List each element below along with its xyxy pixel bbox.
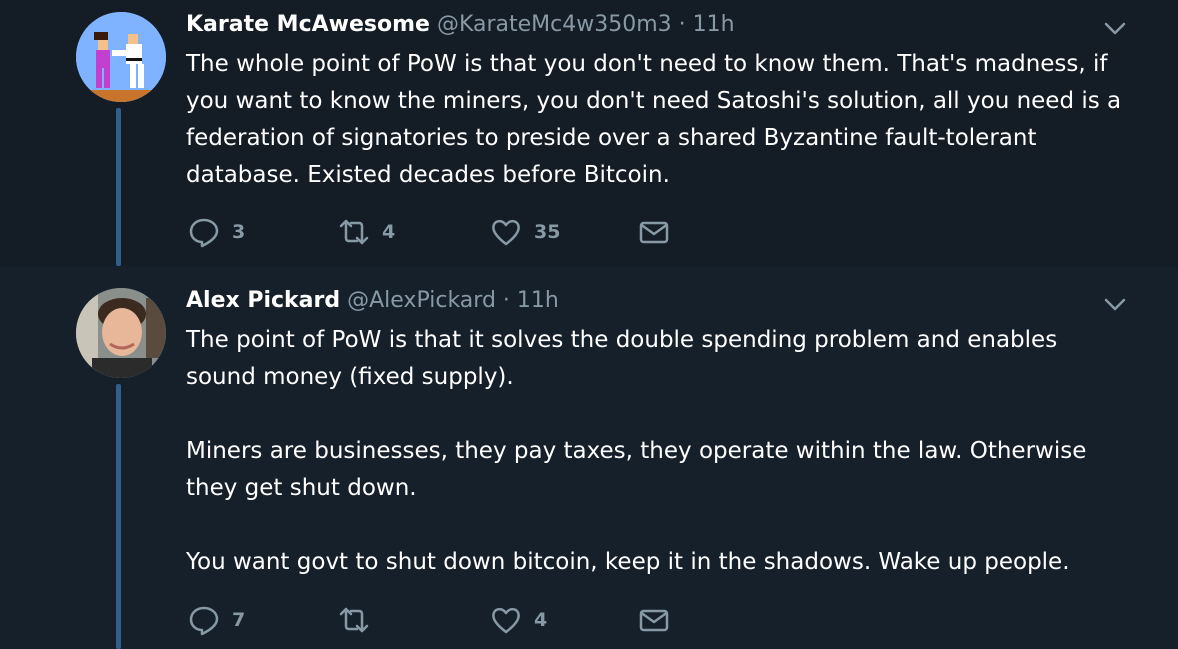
tweet-alex-pickard[interactable]: Alex Pickard @AlexPickard · 11h The poin… <box>0 266 1178 649</box>
reply-count: 3 <box>232 221 246 243</box>
reply-button[interactable]: 7 <box>188 604 245 636</box>
retweet-icon <box>339 219 369 245</box>
avatar-image <box>76 12 166 102</box>
retweet-button[interactable]: 4 <box>338 216 395 248</box>
tweet-text: The whole point of PoW is that you don't… <box>186 51 1129 188</box>
direct-message-button[interactable] <box>638 216 670 248</box>
heart-icon <box>492 607 520 634</box>
handle[interactable]: @AlexPickard <box>347 288 496 313</box>
separator: · <box>502 288 510 313</box>
avatar-image <box>76 288 166 378</box>
tweet-actions: 3 4 35 <box>188 216 688 252</box>
like-count: 35 <box>534 221 561 243</box>
chevron-down-icon[interactable] <box>1104 298 1126 312</box>
display-name[interactable]: Karate McAwesome <box>186 12 430 37</box>
retweet-count: 4 <box>382 221 396 243</box>
avatar[interactable] <box>76 288 166 378</box>
envelope-icon <box>639 609 669 632</box>
reply-icon <box>189 606 219 636</box>
tweet-text: The point of PoW is that it solves the d… <box>186 327 1087 575</box>
thread-line <box>116 384 121 649</box>
handle[interactable]: @KarateMc4w350m3 <box>437 12 672 37</box>
retweet-button[interactable] <box>338 604 382 636</box>
reply-count: 7 <box>232 609 246 631</box>
like-button[interactable]: 35 <box>490 216 560 248</box>
display-name[interactable]: Alex Pickard <box>186 288 340 313</box>
tweet-header: Karate McAwesome @KarateMc4w350m3 · 11h <box>186 12 735 37</box>
chevron-down-icon[interactable] <box>1104 22 1126 36</box>
thread-line <box>116 108 121 266</box>
separator: · <box>678 12 686 37</box>
reply-button[interactable]: 3 <box>188 216 245 248</box>
envelope-icon <box>639 221 669 244</box>
avatar[interactable] <box>76 12 166 102</box>
retweet-icon <box>339 607 369 633</box>
reply-icon <box>189 218 219 248</box>
tweet-header: Alex Pickard @AlexPickard · 11h <box>186 288 559 313</box>
timestamp[interactable]: 11h <box>517 288 559 313</box>
timestamp[interactable]: 11h <box>693 12 735 37</box>
tweet-karate-mcawesome[interactable]: Karate McAwesome @KarateMc4w350m3 · 11h … <box>0 0 1178 266</box>
tweet-actions: 7 4 <box>188 604 688 640</box>
like-button[interactable]: 4 <box>490 604 547 636</box>
heart-icon <box>492 219 520 246</box>
like-count: 4 <box>534 609 548 631</box>
direct-message-button[interactable] <box>638 604 670 636</box>
